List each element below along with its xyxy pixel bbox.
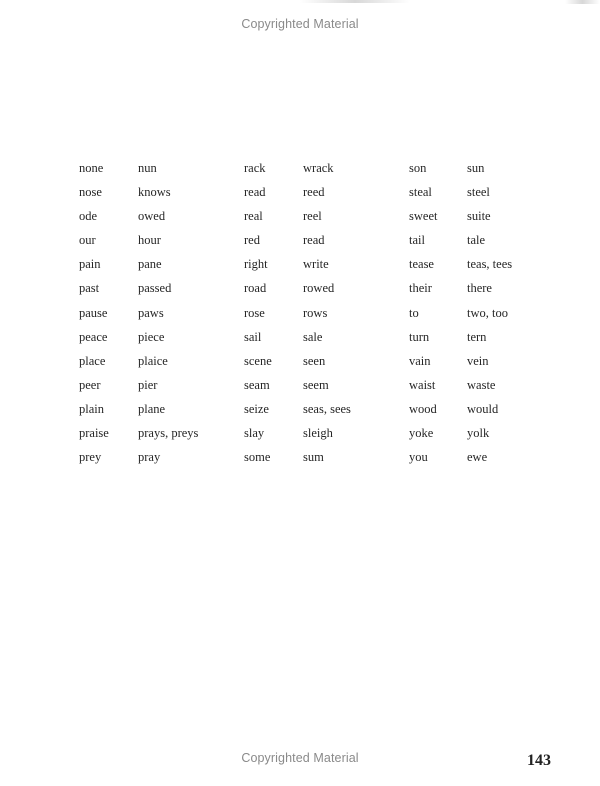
homophone-word: owed [138,209,166,224]
homophone-word: teas, tees [467,257,513,272]
word: place [79,353,106,368]
word: peer [79,377,101,392]
homophone-word: seem [303,377,329,392]
word: read [244,185,266,200]
copyright-watermark-bottom: Copyrighted Material [241,751,359,765]
homophone-row: plain plane seize seas, sees wood would [0,399,600,423]
homophone-word: ewe [467,450,488,465]
homophone-word: sale [303,329,323,344]
word: seam [244,377,270,392]
homophone-row: peer pier seam seem waist waste [0,375,600,399]
homophone-word: wrack [303,161,334,175]
homophone-word: would [467,401,499,416]
word: to [409,305,419,320]
homophone-word: passed [138,281,172,296]
homophone-word: paws [138,305,164,320]
homophone-word: there [467,281,492,296]
word: peace [79,329,108,344]
homophone-word: pane [138,257,162,272]
word: waist [409,377,436,392]
page-number: 143 [527,752,551,769]
homophone-word: waste [467,377,496,392]
word: slay [244,426,265,441]
word: their [409,281,432,296]
word: yoke [409,426,434,441]
word: wood [409,401,437,416]
word: pain [79,257,101,272]
homophone-row: pause paws rose rows to two, too [0,303,600,327]
homophone-word: plane [138,401,166,416]
word: rack [244,161,266,175]
homophone-row: none nun rack wrack son sun [0,158,600,182]
homophone-word: tern [467,329,487,344]
homophone-word: pier [138,377,158,392]
word: ode [79,209,98,224]
homophone-word: pray [138,450,161,465]
word: right [244,257,268,272]
word: son [409,161,427,175]
word: seize [244,401,269,416]
homophone-row: past passed road rowed their there [0,278,600,302]
homophone-word: nun [138,161,157,175]
homophone-word: seen [303,353,326,368]
homophone-word: rowed [303,281,335,296]
homophone-word: piece [138,329,165,344]
word: pause [79,305,108,320]
homophone-word: knows [138,185,171,200]
homophone-word: reed [303,185,325,200]
word: sail [244,329,262,344]
homophone-word: suite [467,209,491,224]
word: steal [409,185,432,200]
homophone-row: pain pane right write tease teas, tees [0,254,600,278]
word: past [79,281,100,296]
word: none [79,161,104,175]
homophone-word: sum [303,450,324,465]
homophone-word: prays, preys [138,426,199,441]
homophone-row: praise prays, preys slay sleigh yoke yolk [0,423,600,447]
homophone-word: seas, sees [303,401,351,416]
word: nose [79,185,102,200]
copyright-watermark-top: Copyrighted Material [241,17,359,31]
word: red [244,233,260,248]
word: our [79,233,96,248]
word: turn [409,329,430,344]
scan-artifact [565,0,600,4]
word: praise [79,426,109,441]
homophone-word: reel [303,209,322,224]
homophone-word: tale [467,233,486,248]
homophone-row: place plaice scene seen vain vein [0,351,600,375]
word: some [244,450,271,465]
homophone-word-table: none nun rack wrack son sun nose knows read reed s… [0,158,600,471]
scan-artifact [300,0,410,3]
homophone-row: peace piece sail sale turn tern [0,327,600,351]
homophone-word: hour [138,233,161,248]
word: tease [409,257,434,272]
word: you [409,450,428,465]
word: real [244,209,263,224]
homophone-word: sleigh [303,426,333,441]
word: rose [244,305,265,320]
homophone-word: read [303,233,325,248]
homophone-word: yolk [467,426,490,441]
word: sweet [409,209,438,224]
homophone-row: our hour red read tail tale [0,230,600,254]
word: road [244,281,267,296]
homophone-row: ode owed real reel sweet suite [0,206,600,230]
homophone-word: write [303,257,329,272]
homophone-row: nose knows read reed steal steel [0,182,600,206]
word: tail [409,233,425,248]
word: prey [79,450,102,465]
homophone-word: rows [303,305,328,320]
homophone-word: sun [467,161,485,175]
homophone-word: vein [467,353,489,368]
word: vain [409,353,431,368]
word: scene [244,353,272,368]
homophone-row: prey pray some sum you ewe [0,447,600,471]
homophone-word: steel [467,185,490,200]
word: plain [79,401,104,416]
homophone-word: two, too [467,305,508,320]
homophone-word: plaice [138,353,168,368]
